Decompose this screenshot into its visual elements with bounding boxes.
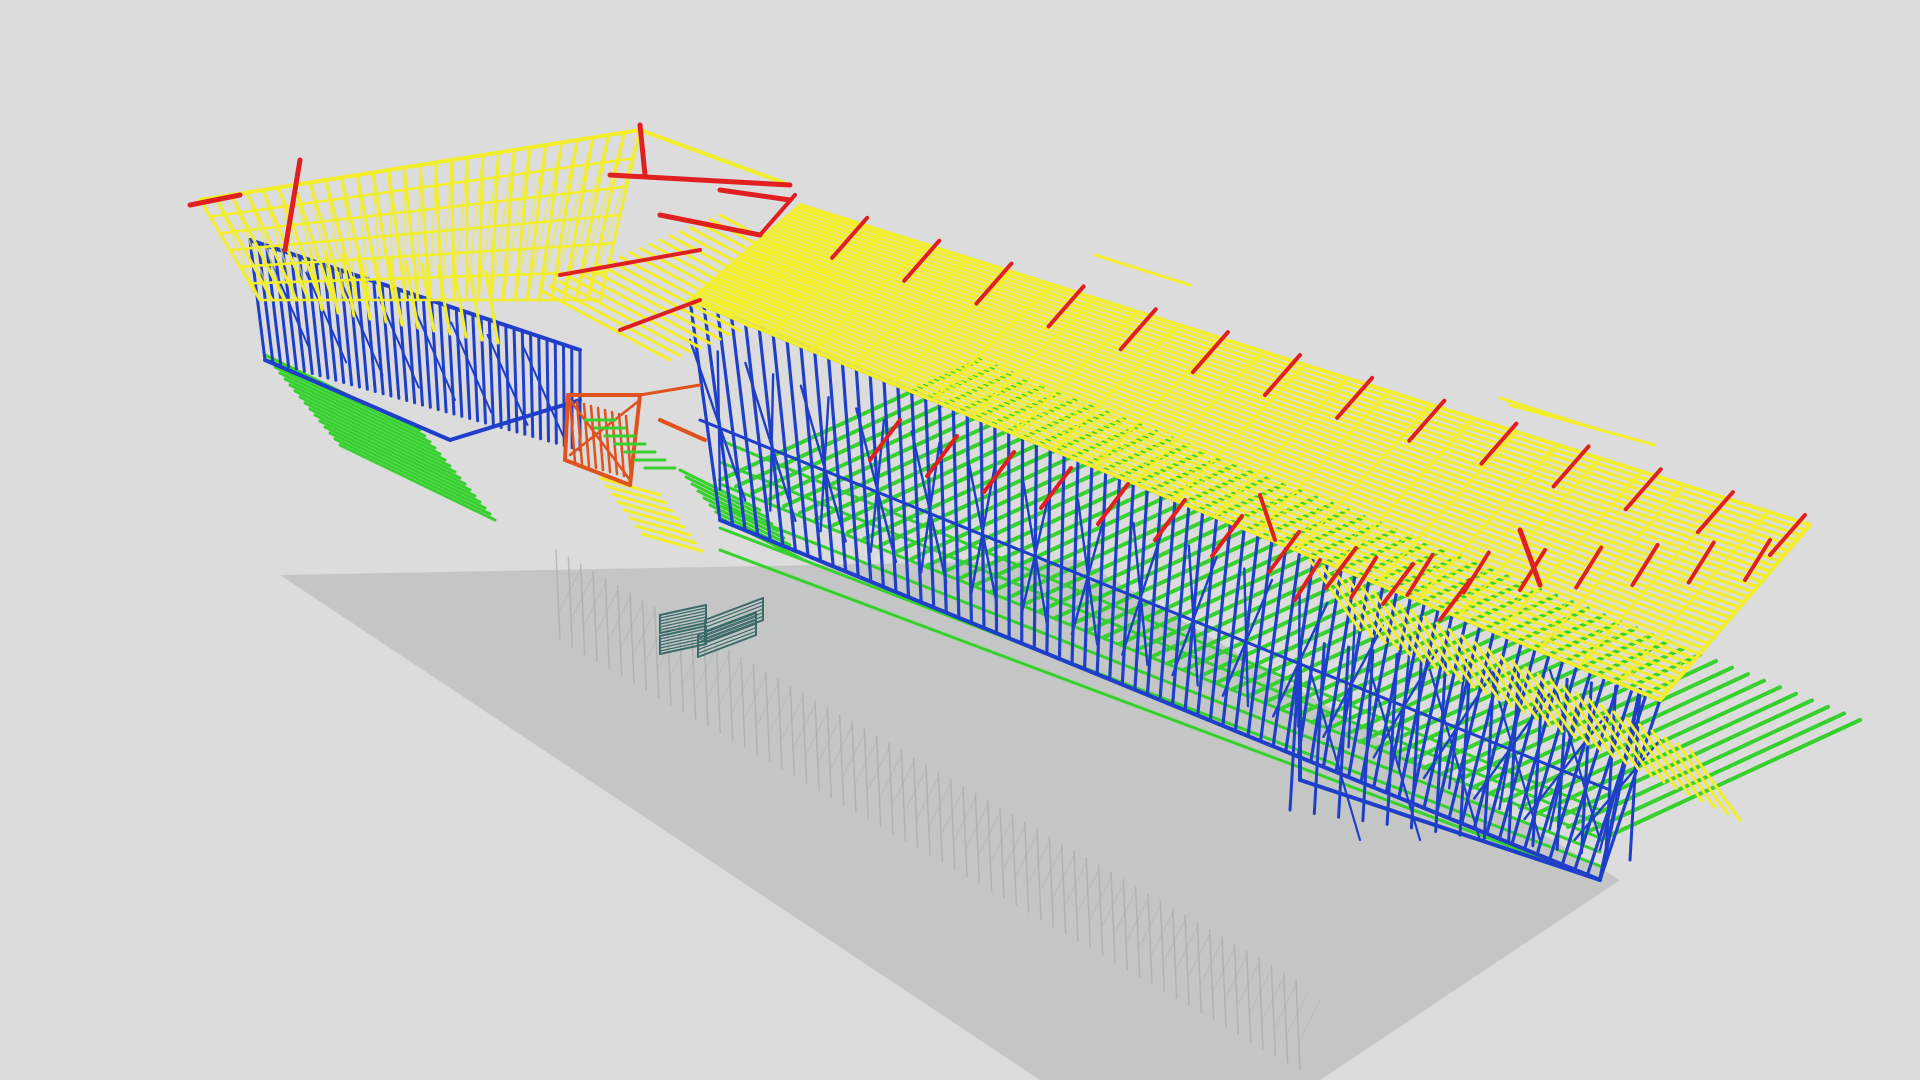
stair-tower — [563, 383, 707, 487]
3d-viewport[interactable] — [0, 0, 1920, 1080]
scene-svg — [187, 122, 1862, 1080]
